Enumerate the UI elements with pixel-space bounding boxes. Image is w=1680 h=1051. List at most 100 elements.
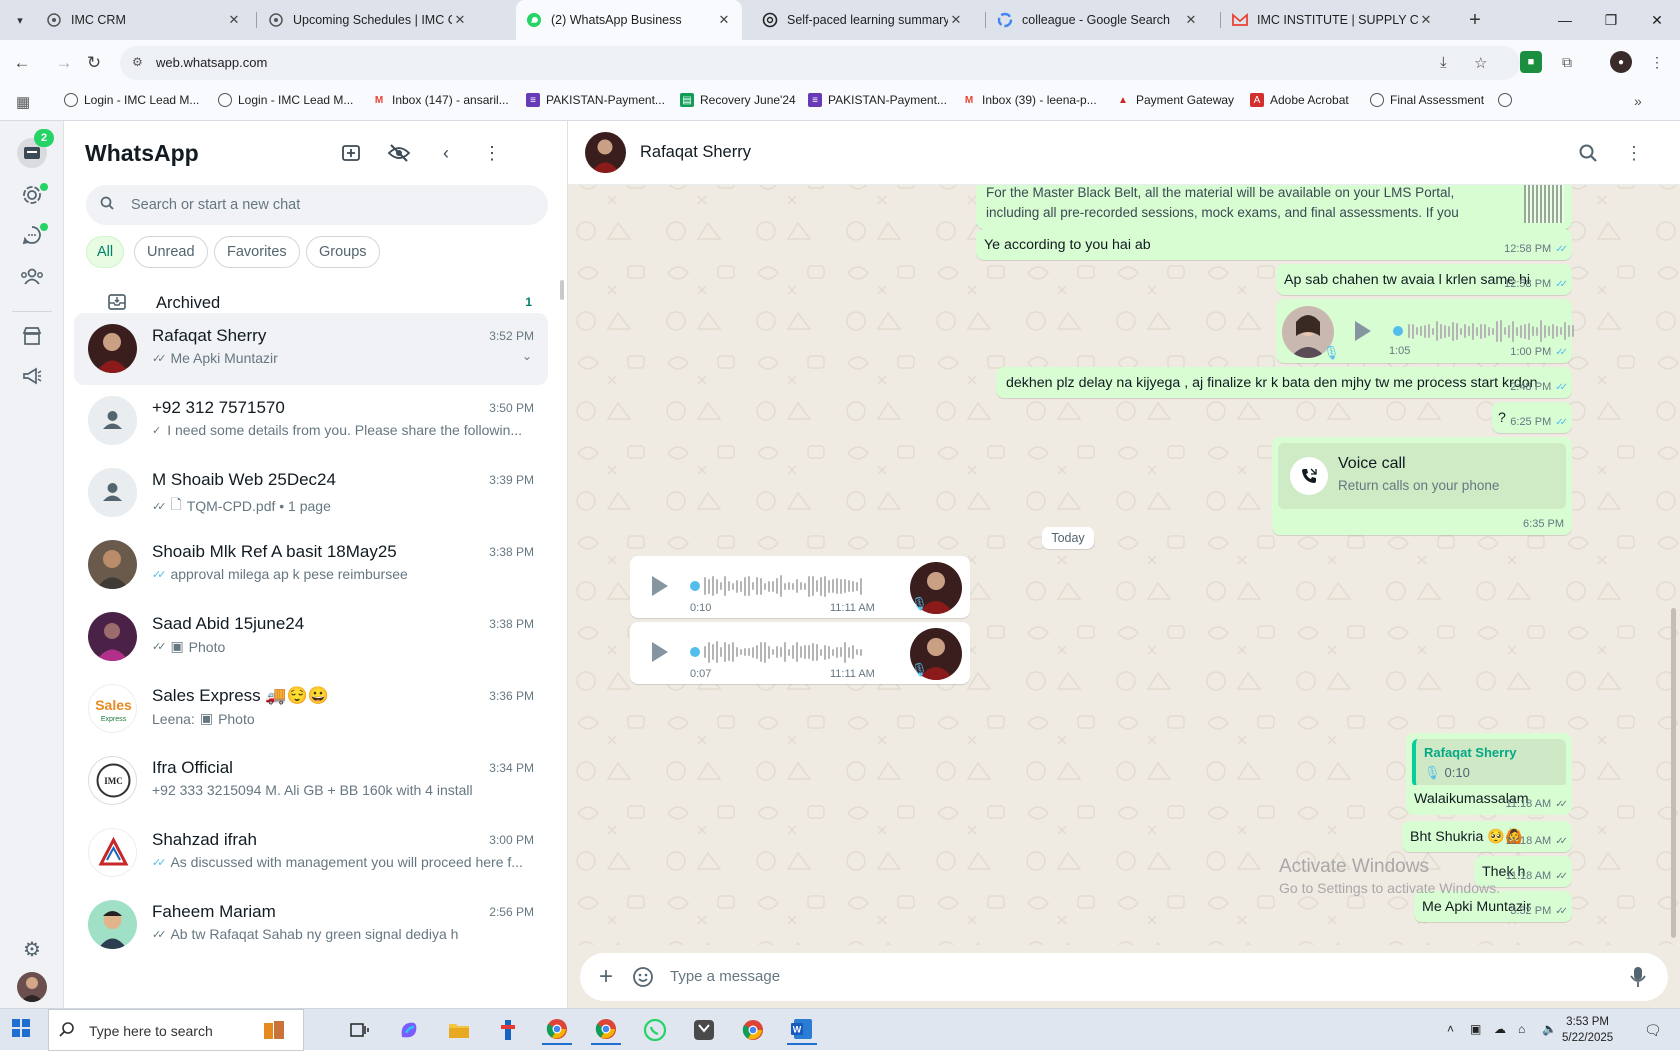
quoted-reply[interactable]: Rafaqat Sherry 🎙 0:10 [1406, 733, 1572, 791]
chrome-icon[interactable] [738, 1015, 768, 1045]
onedrive-cloud-icon[interactable]: ☁ [1494, 1022, 1506, 1036]
advertise-megaphone-icon[interactable] [17, 361, 47, 391]
restore-button[interactable]: ❐ [1588, 0, 1634, 40]
chrome-icon[interactable] [542, 1015, 572, 1045]
back-button[interactable]: ← [9, 50, 35, 76]
playback-knob[interactable] [690, 647, 700, 657]
voice-note-incoming[interactable]: 0:10 11:11 AM 🎙 [630, 556, 970, 618]
document-thumbnail[interactable] [1524, 185, 1564, 223]
close-icon[interactable]: ✕ [716, 12, 732, 28]
bookmark-star-icon[interactable]: ☆ [1474, 54, 1487, 72]
menu-dots-icon[interactable]: ⋮ [478, 139, 506, 167]
close-icon[interactable]: ✕ [226, 12, 242, 28]
filter-favorites[interactable]: Favorites [214, 236, 300, 268]
collapse-chevron-icon[interactable]: ‹ [432, 139, 460, 167]
waveform[interactable] [704, 640, 862, 664]
chevron-down-icon[interactable]: ⌄ [522, 349, 532, 363]
bookmark-item[interactable]: Final Assessment [1370, 93, 1484, 107]
filter-groups[interactable]: Groups [306, 236, 380, 268]
bookmark-item[interactable]: ▲ Payment Gateway [1116, 93, 1234, 107]
bookmark-item[interactable]: ≡ PAKISTAN-Payment... [808, 93, 947, 107]
missed-call-card[interactable]: Voice call Return calls on your phone 6:… [1272, 437, 1572, 535]
contact-avatar[interactable] [585, 132, 626, 173]
waveform[interactable] [1408, 319, 1574, 343]
browser-tab-whatsapp[interactable]: (2) WhatsApp Business ✕ [516, 0, 742, 40]
message-bubble-outgoing[interactable]: dekhen plz delay na kijyega , aj finaliz… [996, 367, 1572, 398]
close-icon[interactable]: ✕ [1418, 12, 1434, 28]
chrome-icon[interactable] [591, 1015, 621, 1045]
file-explorer-icon[interactable] [444, 1015, 474, 1045]
task-view-icon[interactable] [345, 1015, 375, 1045]
forward-button[interactable]: → [51, 50, 77, 76]
quote-block[interactable]: Rafaqat Sherry 🎙 0:10 [1412, 739, 1566, 787]
notifications-icon[interactable]: 🗨 [1644, 1022, 1662, 1039]
minimize-button[interactable]: — [1542, 0, 1588, 40]
play-button[interactable] [652, 576, 668, 596]
bookmark-item[interactable]: M Inbox (147) - ansaril... [372, 93, 509, 107]
omnibox[interactable]: ⚙ web.whatsapp.com ⤓ ☆ [120, 46, 1520, 80]
new-tab-button[interactable]: + [1463, 8, 1487, 32]
search-input[interactable]: Search or start a new chat [86, 185, 548, 225]
bookmarks-more-icon[interactable]: » [1634, 93, 1642, 109]
word-icon[interactable]: W [787, 1015, 817, 1045]
bookmark-item[interactable]: ≡ PAKISTAN-Payment... [526, 93, 665, 107]
bookmark-item[interactable]: Login - IMC Lead M... [218, 93, 353, 107]
chat-row-saad-abid[interactable]: Saad Abid 15june24 3:38 PM ✓✓ ▣ Photo [74, 601, 548, 673]
tray-app-icon[interactable]: ▣ [1470, 1022, 1481, 1036]
bookmark-overflow-icon[interactable] [1498, 93, 1518, 107]
windows-start-icon[interactable] [12, 1019, 30, 1042]
filter-unread[interactable]: Unread [134, 236, 208, 268]
message-bubble-outgoing[interactable]: ? 6:25 PM ✓✓ [1492, 402, 1572, 433]
reload-button[interactable]: ↻ [81, 50, 107, 76]
widgets-books-icon[interactable] [260, 1015, 290, 1045]
close-icon[interactable]: ✕ [1183, 12, 1199, 28]
new-chat-icon[interactable] [338, 139, 366, 167]
attach-plus-icon[interactable]: + [594, 963, 618, 990]
settings-gear-icon[interactable]: ⚙ [17, 934, 47, 964]
browser-tab-upcoming-schedules[interactable]: Upcoming Schedules | IMC Cer ✕ [258, 0, 478, 40]
bookmark-item[interactable]: M Inbox (39) - leena-p... [962, 93, 1097, 107]
app-clock-icon[interactable] [689, 1015, 719, 1045]
chat-list-scrollbar[interactable] [560, 280, 564, 300]
browser-tab-self-paced[interactable]: Self-paced learning summary ✕ [752, 0, 974, 40]
close-window-button[interactable]: ✕ [1634, 0, 1680, 40]
bookmark-item[interactable]: ▤ Recovery June'24 [680, 93, 796, 107]
catalog-store-icon[interactable] [17, 321, 47, 351]
message-bubble-outgoing[interactable]: For the Master Black Belt, all the mater… [976, 185, 1572, 229]
play-button[interactable] [1355, 321, 1371, 341]
apps-grid-icon[interactable]: ▦ [16, 93, 30, 111]
microphone-icon[interactable] [1626, 965, 1650, 989]
chat-row-shoaib-mlk[interactable]: Shoaib Mlk Ref A basit 18May25 3:38 PM ✓… [74, 529, 548, 601]
chat-row-shahzad-ifrah[interactable]: Shahzad ifrah 3:00 PM ✓✓ As discussed wit… [74, 817, 548, 889]
emoji-sticker-icon[interactable] [631, 965, 655, 989]
profile-avatar-icon[interactable]: ● [1610, 51, 1632, 73]
chat-row-faheem-mariam[interactable]: Faheem Mariam 2:56 PM ✓✓ Ab tw Rafaqat Sa… [74, 889, 548, 961]
browser-tab-imc-crm[interactable]: IMC CRM ✕ [36, 0, 252, 40]
site-info-icon[interactable]: ⚙ [132, 55, 143, 69]
menu-dots-icon[interactable]: ⋮ [1620, 139, 1648, 167]
play-button[interactable] [652, 642, 668, 662]
chat-row-sales-express[interactable]: Sales Express Sales Express 🚚😌😀 3:36 PM L… [74, 673, 548, 745]
chat-row-rafaqat-sherry[interactable]: Rafaqat Sherry 3:52 PM ✓✓ Me Apki Muntazi… [74, 313, 548, 385]
message-bubble-outgoing[interactable]: Ye according to you hai ab 12:58 PM ✓✓ [976, 229, 1572, 260]
extensions-puzzle-icon[interactable]: ⧉ [1556, 51, 1578, 73]
message-bubble-outgoing[interactable]: Bht Shukria 🥺🙆 11:18 AM ✓✓ [1402, 821, 1572, 852]
browser-menu-icon[interactable]: ⋮ [1646, 51, 1668, 73]
communities-icon[interactable] [17, 261, 47, 291]
voice-note-incoming[interactable]: 0:07 11:11 AM 🎙 [630, 622, 970, 684]
extension-green-icon[interactable]: ■ [1520, 51, 1542, 73]
playback-knob[interactable] [690, 581, 700, 591]
conversation-header[interactable]: Rafaqat Sherry ⋮ [568, 121, 1680, 185]
waveform[interactable] [704, 574, 862, 598]
filter-all[interactable]: All [86, 236, 125, 268]
network-icon[interactable]: ⌂ [1518, 1022, 1525, 1036]
tray-chevron-icon[interactable]: ˄ [1447, 1022, 1454, 1036]
message-input[interactable]: + Type a message [580, 953, 1668, 1001]
app-pinned-icon[interactable] [493, 1015, 523, 1045]
bookmark-item[interactable]: A Adobe Acrobat [1250, 93, 1349, 107]
chat-row-ifra-official[interactable]: IMC Ifra Official 3:34 PM +92 333 321509… [74, 745, 548, 817]
system-clock[interactable]: 3:53 PM 5/22/2025 [1562, 1014, 1613, 1046]
chat-row-phone-number[interactable]: +92 312 7571570 3:50 PM ✓ I need some det… [74, 385, 548, 457]
tab-search-button[interactable]: ▾ [8, 8, 32, 32]
install-app-icon[interactable]: ⤓ [1440, 54, 1447, 71]
